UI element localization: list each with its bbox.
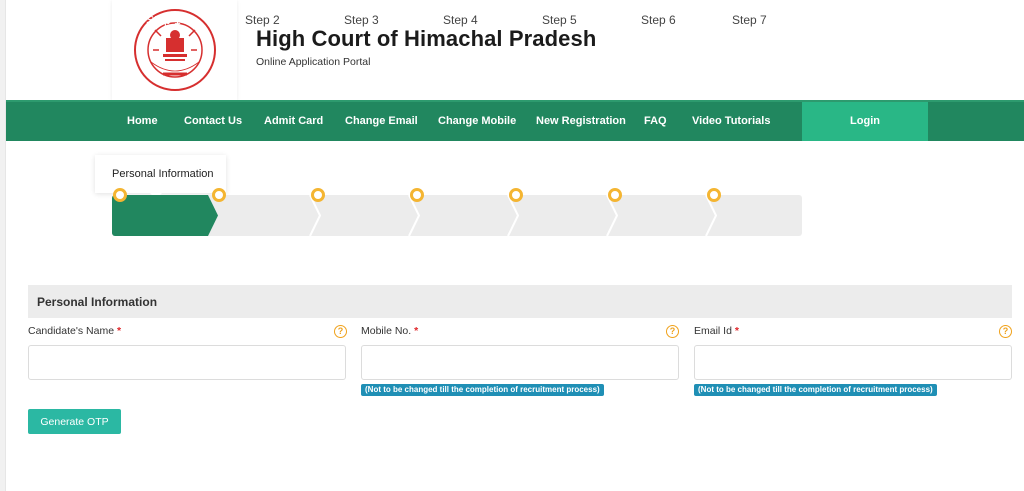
candidate-name-label: Candidate's Name * — [28, 325, 121, 337]
step-dot-icon — [212, 188, 226, 202]
step-6[interactable]: Step 6 — [641, 0, 676, 41]
step-dot-icon — [608, 188, 622, 202]
generate-otp-button[interactable]: Generate OTP — [28, 409, 121, 434]
mobile-label: Mobile No. * — [361, 325, 418, 337]
nav-video-tutorials[interactable]: Video Tutorials — [692, 102, 770, 141]
email-label-text: Email Id — [694, 325, 732, 337]
main-navigation: Home Contact Us Admit Card Change Email … — [6, 100, 1024, 141]
step-active-highlight — [112, 195, 218, 236]
site-subtitle: Online Application Portal — [256, 56, 371, 68]
step-7[interactable]: Step 7 — [732, 0, 767, 41]
login-button[interactable]: Login — [802, 102, 928, 141]
step-dot-icon — [311, 188, 325, 202]
step-dot-icon — [509, 188, 523, 202]
step-4[interactable]: Step 4 — [443, 0, 478, 41]
step-1[interactable]: Step 1 — [146, 0, 181, 41]
help-icon[interactable]: ? — [666, 325, 679, 338]
nav-contact-us[interactable]: Contact Us — [184, 102, 242, 141]
section-title: Personal Information — [28, 285, 1012, 318]
email-label: Email Id * — [694, 325, 739, 337]
step-dot-icon — [410, 188, 424, 202]
tab-personal-information[interactable]: Personal Information — [95, 155, 226, 199]
nav-change-email[interactable]: Change Email — [345, 102, 418, 141]
nav-new-registration[interactable]: New Registration — [536, 102, 626, 141]
candidate-name-input[interactable] — [28, 345, 346, 380]
mobile-label-text: Mobile No. — [361, 325, 412, 337]
required-marker: * — [734, 325, 739, 337]
nav-change-mobile[interactable]: Change Mobile — [438, 102, 516, 141]
email-input[interactable] — [694, 345, 1012, 380]
step-5[interactable]: Step 5 — [542, 0, 577, 41]
step-3[interactable]: Step 3 — [344, 0, 379, 41]
step-2[interactable]: Step 2 — [245, 0, 280, 41]
email-note-badge: (Not to be changed till the completion o… — [694, 384, 937, 396]
help-icon[interactable]: ? — [334, 325, 347, 338]
step-dot-icon — [707, 188, 721, 202]
mobile-input[interactable] — [361, 345, 679, 380]
nav-admit-card[interactable]: Admit Card — [264, 102, 323, 141]
required-marker: * — [116, 325, 122, 337]
nav-home[interactable]: Home — [127, 102, 158, 141]
nav-faq[interactable]: FAQ — [644, 102, 667, 141]
mobile-note-badge: (Not to be changed till the completion o… — [361, 384, 604, 396]
step-dot-icon — [113, 188, 127, 202]
required-marker: * — [414, 325, 419, 337]
candidate-name-label-text: Candidate's Name — [28, 325, 115, 337]
help-icon[interactable]: ? — [999, 325, 1012, 338]
